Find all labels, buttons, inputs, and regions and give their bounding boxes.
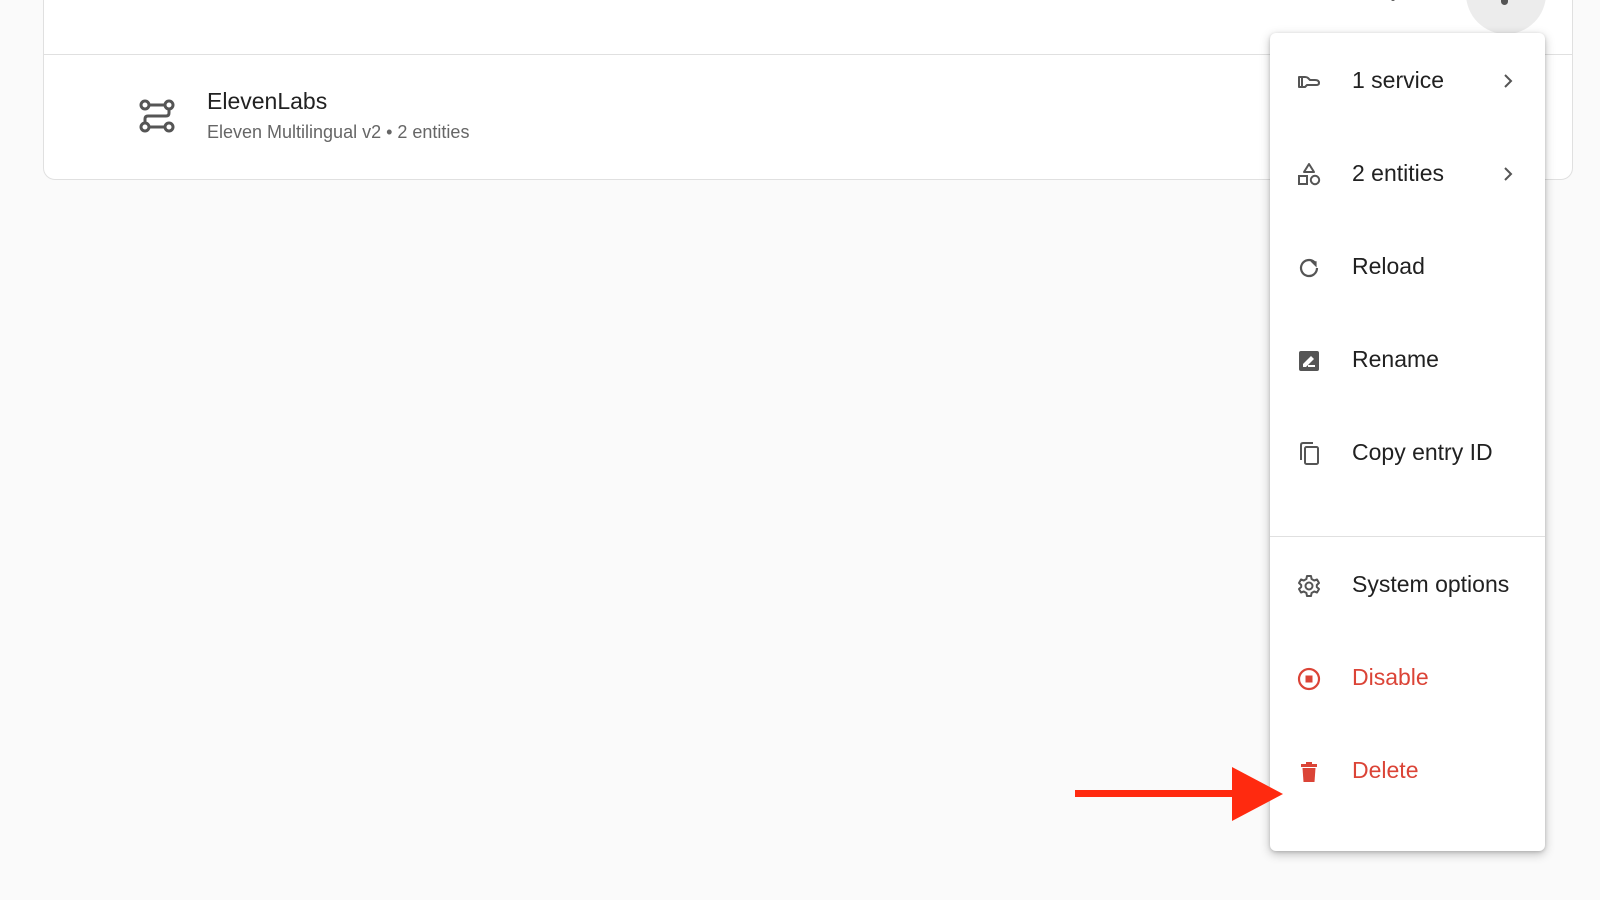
overflow-menu: 1 service 2 entities Reload Rename Copy … — [1270, 33, 1545, 851]
rename-icon — [1296, 348, 1322, 374]
menu-item-reload[interactable]: Reload — [1270, 219, 1545, 314]
menu-item-services[interactable]: 1 service — [1270, 33, 1545, 128]
menu-item-label: Reload — [1352, 253, 1425, 279]
chevron-right-icon — [1498, 164, 1518, 184]
menu-item-entities[interactable]: 2 entities — [1270, 126, 1545, 221]
menu-item-label: 1 service — [1352, 67, 1445, 93]
menu-item-copy-id[interactable]: Copy entry ID — [1270, 405, 1545, 500]
menu-item-delete[interactable]: Delete — [1270, 723, 1545, 818]
copy-icon — [1296, 441, 1322, 467]
gear-icon — [1296, 573, 1322, 599]
gear-icon[interactable] — [1373, 0, 1413, 10]
menu-item-label: Disable — [1352, 664, 1429, 690]
stop-circle-icon — [1296, 666, 1322, 692]
menu-item-system-options[interactable]: System options — [1270, 537, 1545, 632]
menu-item-label: 2 entities — [1352, 160, 1445, 186]
chevron-right-icon — [1498, 71, 1518, 91]
reload-icon — [1296, 255, 1322, 281]
menu-item-rename[interactable]: Rename — [1270, 312, 1545, 407]
entry-subtitle: Eleven Multilingual v2 • 2 entities — [207, 122, 470, 142]
menu-item-label: Rename — [1352, 346, 1439, 372]
integration-icon — [138, 96, 178, 136]
shapes-icon — [1296, 162, 1322, 188]
menu-item-label: Delete — [1352, 757, 1419, 783]
menu-item-disable[interactable]: Disable — [1270, 630, 1545, 725]
entry-title: ElevenLabs — [207, 88, 328, 114]
service-icon — [1296, 69, 1322, 95]
menu-item-label: Copy entry ID — [1352, 439, 1493, 465]
trash-icon — [1296, 759, 1322, 785]
menu-item-label: System options — [1352, 571, 1510, 597]
annotation-arrow — [1075, 767, 1285, 821]
